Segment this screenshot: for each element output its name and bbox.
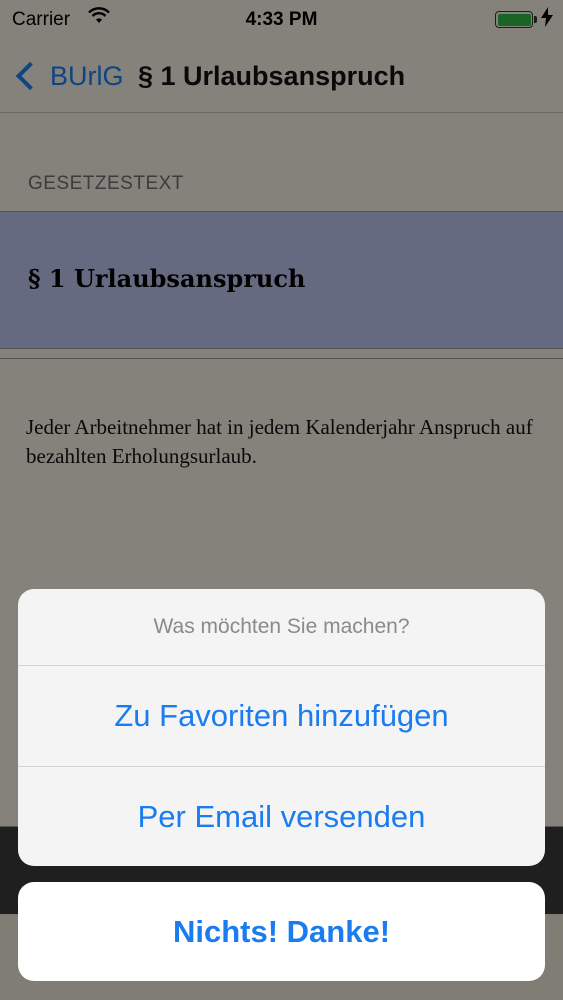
action-sheet: Was möchten Sie machen? Zu Favoriten hin… — [18, 589, 545, 866]
action-sheet-title: Was möchten Sie machen? — [18, 589, 545, 666]
add-to-favorites-button[interactable]: Zu Favoriten hinzufügen — [18, 666, 545, 767]
cancel-button[interactable]: Nichts! Danke! — [18, 882, 545, 981]
send-email-button[interactable]: Per Email versenden — [18, 767, 545, 866]
